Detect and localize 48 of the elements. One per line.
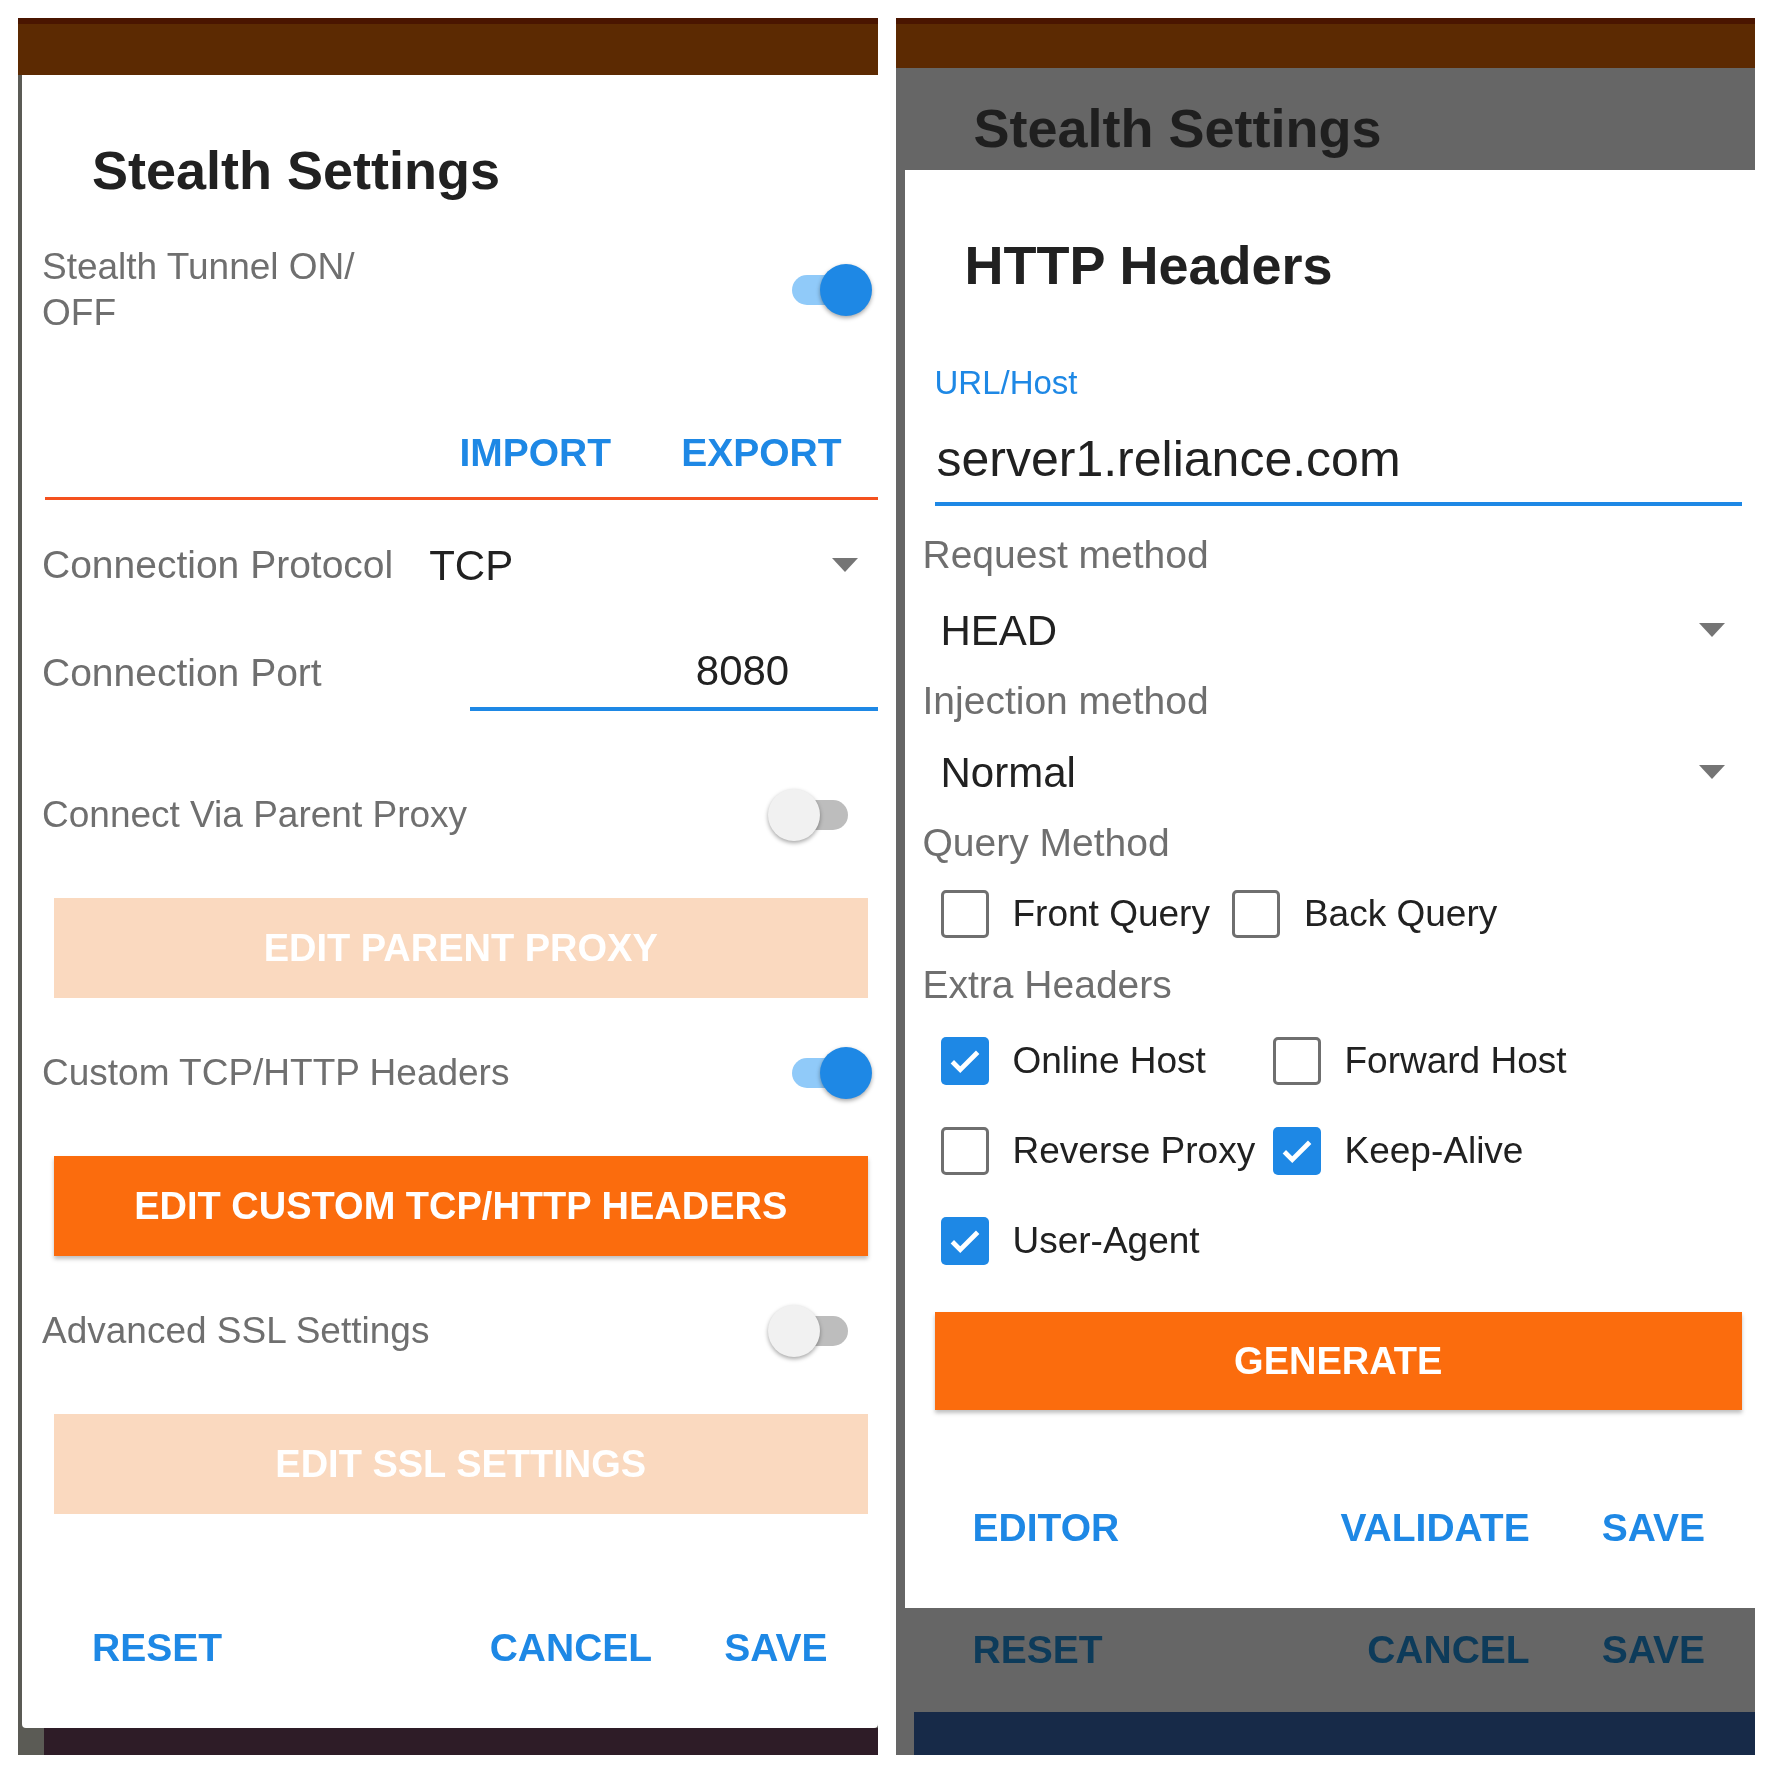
dialog-button[interactable]: SAVE	[1601, 1620, 1705, 1680]
section-label: Request method	[922, 531, 1209, 578]
text-button[interactable]: IMPORT	[459, 410, 612, 497]
section-label: Injection method	[922, 677, 1209, 724]
dialog-title: Stealth Settings	[973, 97, 1382, 160]
checkbox[interactable]	[940, 1127, 989, 1175]
dialog-title: HTTP Headers	[964, 233, 1333, 297]
checkbox[interactable]	[1272, 1037, 1321, 1085]
dialog-button[interactable]: EDITOR	[972, 1498, 1120, 1558]
checkbox-label: Forward Host	[1344, 1039, 1567, 1084]
checkbox-label: User-Agent	[1012, 1219, 1200, 1264]
setting-label: Custom TCP/HTTP Headers	[42, 1050, 510, 1095]
dialog-button[interactable]: VALIDATE	[1340, 1498, 1530, 1558]
dropdown[interactable]: Normal	[940, 732, 1725, 812]
caret-icon	[1699, 623, 1725, 637]
dialog-button[interactable]: RESET	[92, 1618, 223, 1678]
url-input[interactable]: server1.reliance.com	[934, 415, 1742, 506]
checkbox-label: Back Query	[1303, 892, 1498, 937]
setting-label: Stealth Tunnel ON/ OFF	[42, 244, 356, 335]
checkbox-label: Reverse Proxy	[1012, 1129, 1256, 1174]
section-label: Query Method	[922, 819, 1170, 866]
setting-label: Connect Via Parent Proxy	[42, 792, 468, 837]
checkbox-label: Online Host	[1012, 1039, 1206, 1084]
field-label: Connection Port	[42, 649, 323, 696]
field-label: URL/Host	[934, 363, 1079, 403]
dropdown[interactable]: HEAD	[940, 590, 1725, 670]
dialog-button[interactable]: RESET	[972, 1620, 1103, 1680]
dialog-button[interactable]: CANCEL	[1367, 1620, 1530, 1680]
action-button[interactable]: EDIT CUSTOM TCP/HTTP HEADERS	[54, 1156, 868, 1256]
checkbox-label: Keep-Alive	[1344, 1129, 1524, 1174]
setting-label: Advanced SSL Settings	[42, 1308, 430, 1353]
dialog-button[interactable]: SAVE	[724, 1618, 828, 1678]
checkbox[interactable]	[1272, 1127, 1321, 1175]
dialog-title: Stealth Settings	[92, 138, 501, 202]
section-label: Extra Headers	[922, 961, 1172, 1008]
checkbox[interactable]	[940, 1217, 989, 1265]
generate-button[interactable]: GENERATE	[934, 1312, 1742, 1410]
dialog-button[interactable]: SAVE	[1601, 1498, 1705, 1558]
checkbox[interactable]	[1231, 890, 1280, 938]
checkbox-label: Front Query	[1012, 892, 1210, 937]
caret-icon	[1699, 765, 1725, 779]
field-label: Connection Protocol	[42, 541, 394, 588]
checkbox[interactable]	[940, 1037, 989, 1085]
checkbox[interactable]	[940, 890, 989, 938]
caret-icon	[831, 558, 858, 572]
dropdown[interactable]: TCP	[429, 533, 858, 597]
dialog-button[interactable]: CANCEL	[489, 1618, 653, 1678]
text-button[interactable]: EXPORT	[681, 410, 842, 497]
